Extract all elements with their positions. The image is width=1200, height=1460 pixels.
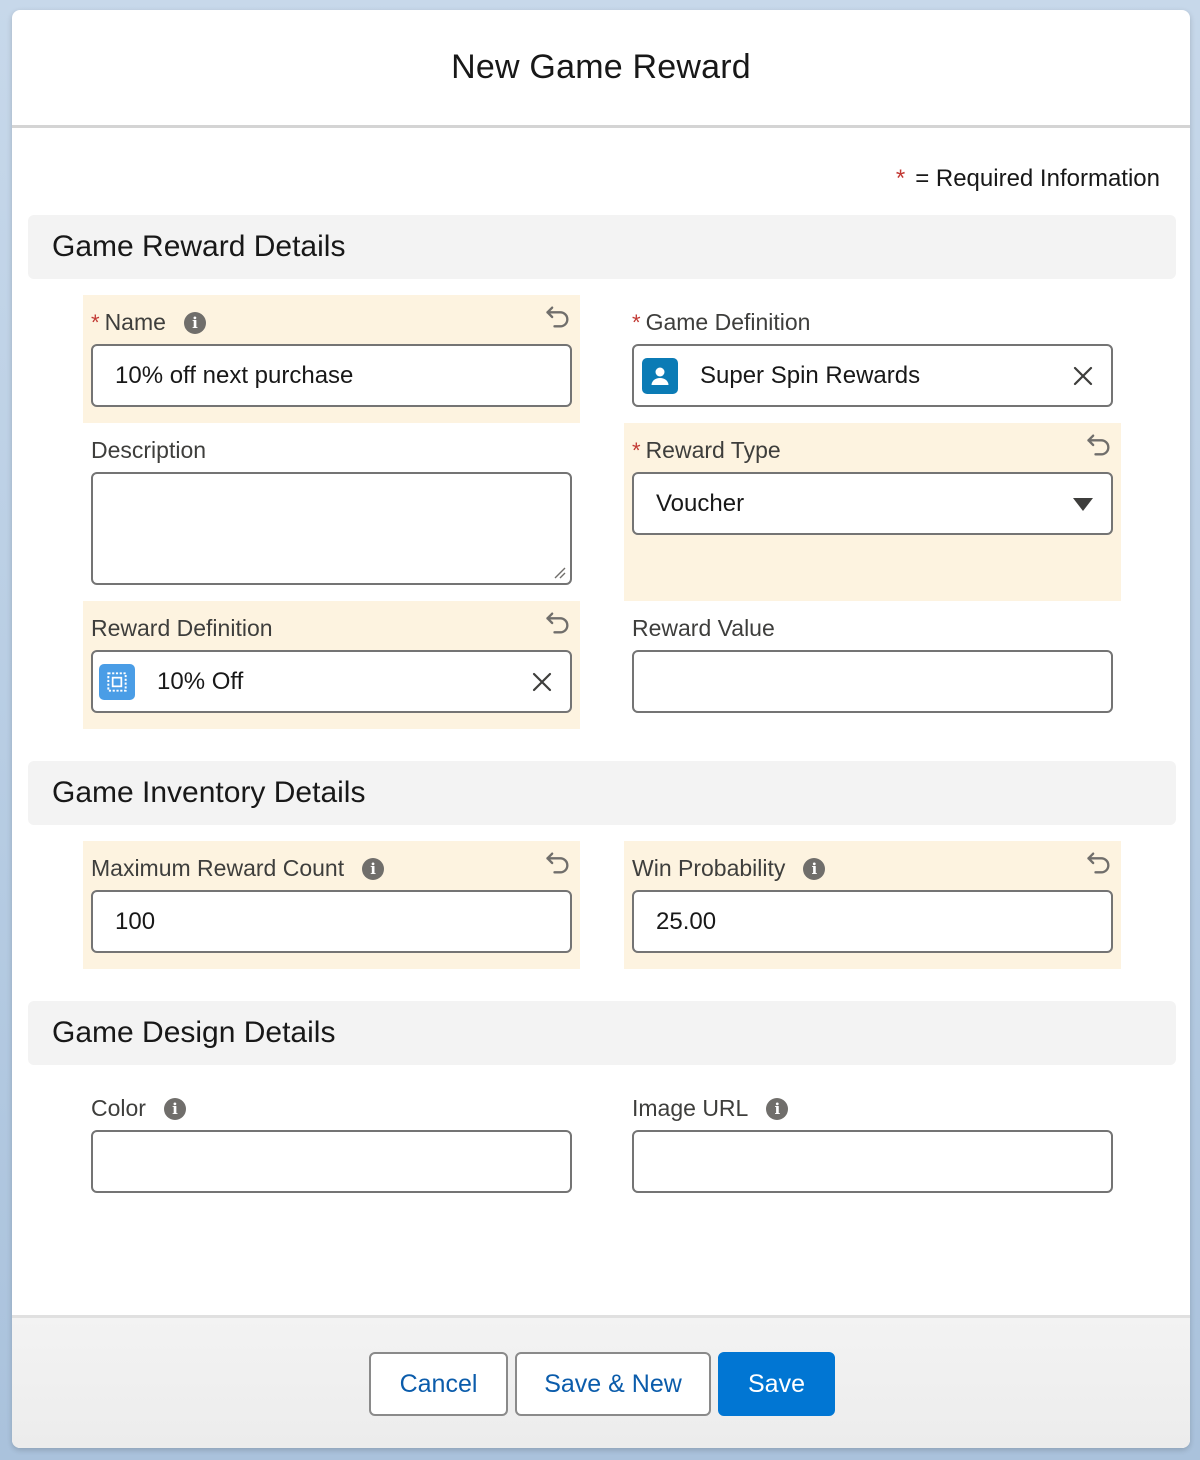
save-button[interactable]: Save: [718, 1352, 835, 1416]
color-label-text: Color: [91, 1095, 146, 1121]
reward-definition-label-text: Reward Definition: [91, 615, 273, 641]
save-and-new-button[interactable]: Save & New: [515, 1352, 711, 1416]
color-field: Color i: [83, 1081, 580, 1209]
reward-definition-label: Reward Definition: [91, 615, 273, 642]
required-marker: *: [91, 309, 100, 335]
game-definition-label-text: Game Definition: [645, 309, 811, 335]
resize-grip-icon[interactable]: [552, 565, 566, 579]
undo-icon[interactable]: [544, 609, 572, 637]
reward-type-select[interactable]: Voucher: [632, 472, 1113, 535]
maximum-reward-count-label: Maximum Reward Count i: [91, 855, 385, 882]
required-star: *: [895, 165, 906, 192]
color-input[interactable]: [91, 1130, 572, 1193]
image-url-field: Image URL i: [624, 1081, 1121, 1209]
name-label: * Name i: [91, 309, 206, 336]
name-label-text: Name: [104, 309, 166, 335]
info-icon[interactable]: i: [163, 1097, 186, 1120]
description-label: Description: [91, 437, 206, 464]
undo-icon[interactable]: [544, 849, 572, 877]
section-title: Game Reward Details: [52, 230, 346, 263]
name-field: * Name i 10% off next purchase: [83, 295, 580, 423]
reward-definition-field: Reward Definition 10% Off: [83, 601, 580, 729]
reward-value-label-text: Reward Value: [632, 615, 775, 641]
section-title: Game Design Details: [52, 1016, 336, 1049]
win-probability-input[interactable]: 25.00: [632, 890, 1113, 953]
description-field: Description: [83, 423, 580, 601]
required-legend: * = Required Information: [896, 165, 1160, 193]
info-icon[interactable]: i: [766, 1097, 789, 1120]
maximum-reward-count-input[interactable]: 100: [91, 890, 572, 953]
description-textarea[interactable]: [91, 472, 572, 585]
reward-type-label-text: Reward Type: [645, 437, 781, 463]
win-probability-label: Win Probability i: [632, 855, 826, 882]
image-url-label: Image URL i: [632, 1095, 789, 1122]
undo-icon[interactable]: [544, 303, 572, 331]
game-definition-field: * Game Definition Super Spin Rewards: [624, 295, 1121, 423]
reward-type-label: * Reward Type: [632, 437, 781, 464]
game-definition-label: * Game Definition: [632, 309, 810, 336]
game-definition-lookup[interactable]: Super Spin Rewards: [632, 344, 1113, 407]
reward-definition-lookup[interactable]: 10% Off: [91, 650, 572, 713]
section-header-game-design-details[interactable]: Game Design Details: [28, 1001, 1176, 1065]
chevron-down-icon: [1073, 498, 1093, 511]
undo-icon[interactable]: [1085, 849, 1113, 877]
game-definition-value: Super Spin Rewards: [700, 361, 921, 389]
section-title: Game Inventory Details: [52, 776, 366, 809]
new-game-reward-modal: New Game Reward * = Required Information …: [12, 10, 1190, 1448]
user-icon: [642, 357, 678, 394]
name-input[interactable]: 10% off next purchase: [91, 344, 572, 407]
cancel-button[interactable]: Cancel: [369, 1352, 508, 1416]
info-icon[interactable]: i: [362, 857, 385, 880]
reward-value-label: Reward Value: [632, 615, 775, 642]
clear-selection-icon[interactable]: [530, 670, 554, 694]
maximum-reward-count-label-text: Maximum Reward Count: [91, 855, 345, 881]
reward-value-input[interactable]: [632, 650, 1113, 713]
modal-header: New Game Reward: [12, 10, 1190, 128]
info-icon[interactable]: i: [183, 311, 206, 334]
clear-selection-icon[interactable]: [1071, 364, 1095, 388]
color-label: Color i: [91, 1095, 186, 1122]
description-label-text: Description: [91, 437, 207, 463]
modal-title: New Game Reward: [451, 48, 751, 86]
undo-icon[interactable]: [1085, 431, 1113, 459]
maximum-reward-count-field: Maximum Reward Count i 100: [83, 841, 580, 969]
reward-type-field: * Reward Type Voucher: [624, 423, 1121, 601]
section-header-game-reward-details[interactable]: Game Reward Details: [28, 215, 1176, 279]
reward-value-field: Reward Value: [624, 601, 1121, 729]
section-header-game-inventory-details[interactable]: Game Inventory Details: [28, 761, 1176, 825]
required-legend-text: = Required Information: [915, 165, 1160, 192]
reward-stamp-icon: [99, 663, 135, 700]
image-url-label-text: Image URL: [632, 1095, 749, 1121]
info-icon[interactable]: i: [803, 857, 826, 880]
win-probability-field: Win Probability i 25.00: [624, 841, 1121, 969]
required-marker: *: [632, 437, 641, 463]
reward-definition-value: 10% Off: [157, 667, 244, 695]
reward-type-value: Voucher: [656, 489, 745, 517]
win-probability-label-text: Win Probability: [632, 855, 786, 881]
image-url-input[interactable]: [632, 1130, 1113, 1193]
required-marker: *: [632, 309, 641, 335]
